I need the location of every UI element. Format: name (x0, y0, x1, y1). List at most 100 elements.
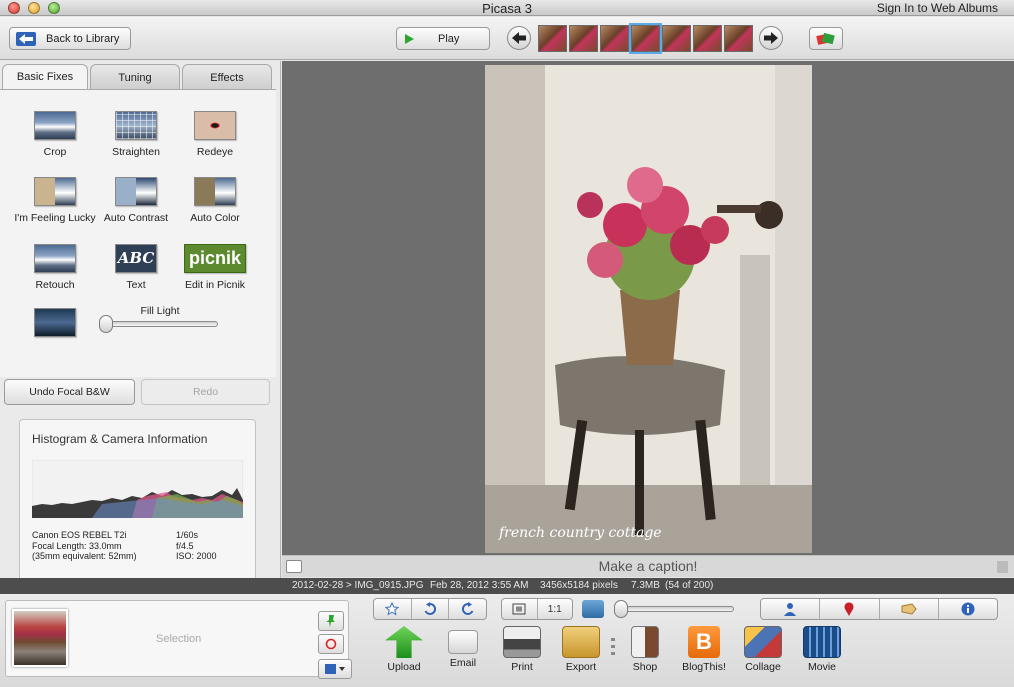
auto-color-icon (194, 177, 236, 206)
filmstrip-thumbnail[interactable] (724, 25, 753, 52)
tag-icon (901, 603, 917, 615)
blogthis-button[interactable]: B BlogThis! (676, 626, 732, 673)
clear-selection-button[interactable] (318, 634, 344, 654)
auto-contrast-tool[interactable]: Auto Contrast (91, 177, 181, 224)
text-tool[interactable]: ABC Text (91, 244, 181, 291)
photo-filesize: 7.3MB (631, 580, 660, 591)
camera-model: Canon EOS REBEL T2i (32, 530, 127, 540)
zoom-slider-handle[interactable] (614, 600, 628, 618)
filmstrip-thumbnail[interactable] (693, 25, 722, 52)
rotate-right-icon (461, 602, 474, 615)
selection-thumbnail[interactable] (12, 609, 68, 667)
shop-button[interactable]: Shop (617, 626, 673, 673)
star-icon (385, 602, 400, 616)
photo-position: (54 of 200) (665, 580, 714, 591)
print-label: Print (511, 661, 533, 673)
actual-size-button[interactable]: 1:1 (536, 599, 573, 619)
photo-path: 2012-02-28 > IMG_0915.JPG (292, 580, 424, 591)
arrow-right-icon (764, 32, 778, 44)
bottom-tray: Selection 1:1 Upload Email Print Export … (0, 594, 1014, 687)
zoom-mode-group: 1:1 (501, 598, 573, 620)
redo-button[interactable]: Redo (141, 379, 270, 405)
fill-light-tool (10, 308, 100, 343)
text-label: Text (126, 279, 146, 291)
straighten-tool[interactable]: Straighten (91, 111, 181, 158)
camera-info-right: 1/60s f/4.5 ISO: 2000 (176, 530, 217, 562)
edit-in-picnik-tool[interactable]: picnik Edit in Picnik (170, 244, 260, 291)
properties-button[interactable] (937, 599, 997, 619)
fill-light-slider-handle[interactable] (99, 315, 113, 333)
previous-photo-button[interactable] (507, 26, 531, 50)
straighten-label: Straighten (112, 146, 160, 158)
add-to-album-button[interactable] (318, 659, 352, 679)
movie-label: Movie (807, 661, 836, 673)
fill-light-label: Fill Light (140, 305, 180, 317)
text-icon: ABC (115, 244, 157, 273)
filmstrip-thumbnail-selected[interactable] (629, 23, 662, 54)
places-button[interactable] (819, 599, 878, 619)
share-photos-icon (816, 32, 835, 45)
person-icon (784, 603, 797, 616)
back-to-library-button[interactable]: Back to Library (9, 27, 131, 50)
hold-selection-button[interactable] (318, 611, 344, 631)
main-photo[interactable]: french country cottage (485, 65, 812, 553)
photo-viewer: french country cottage (282, 61, 1014, 555)
fit-to-window-button[interactable] (502, 599, 537, 619)
crop-tool[interactable]: Crop (10, 111, 100, 158)
tab-tuning[interactable]: Tuning (90, 64, 180, 90)
collage-button[interactable]: Collage (735, 626, 791, 673)
email-label: Email (449, 657, 477, 669)
tags-button[interactable] (878, 599, 938, 619)
star-rotate-group (373, 598, 487, 620)
pin-icon (326, 615, 335, 627)
print-button[interactable]: Print (494, 626, 550, 673)
upload-label: Upload (387, 661, 421, 673)
arrow-left-icon (512, 32, 526, 44)
auto-color-label: Auto Color (190, 212, 240, 224)
movie-button[interactable]: Movie (794, 626, 850, 673)
zoom-slider-track[interactable] (620, 606, 734, 612)
top-toolbar: Back to Library Play (0, 17, 1014, 60)
filmstrip-thumbnail[interactable] (662, 25, 691, 52)
play-slideshow-button[interactable]: Play (396, 27, 490, 50)
export-button[interactable]: Export (553, 626, 609, 673)
retouch-tool[interactable]: Retouch (10, 244, 100, 291)
tab-effects[interactable]: Effects (182, 64, 272, 90)
rotate-right-button[interactable] (448, 599, 486, 619)
photo-content-art (485, 65, 812, 553)
fill-light-slider-track[interactable] (104, 321, 218, 327)
share-button[interactable] (809, 27, 843, 50)
clear-circle-icon (325, 638, 337, 650)
upload-button[interactable]: Upload (376, 626, 432, 673)
filmstrip-thumbnail[interactable] (538, 25, 567, 52)
rotate-left-button[interactable] (410, 599, 449, 619)
feeling-lucky-tool[interactable]: I'm Feeling Lucky (10, 177, 100, 224)
email-button[interactable]: Email (435, 626, 491, 669)
auto-contrast-label: Auto Contrast (103, 212, 169, 224)
filmstrip-thumbnail[interactable] (600, 25, 629, 52)
info-icon (961, 602, 975, 616)
caption-input[interactable]: Make a caption! (282, 558, 1014, 574)
star-button[interactable] (374, 599, 411, 619)
camera-info-left: Canon EOS REBEL T2i Focal Length: 33.0mm… (32, 530, 137, 562)
undo-button[interactable]: Undo Focal B&W (4, 379, 135, 405)
auto-color-tool[interactable]: Auto Color (170, 177, 260, 224)
redeye-tool[interactable]: Redeye (170, 111, 260, 158)
crop-icon (34, 111, 76, 140)
blogger-icon: B (688, 626, 720, 658)
edit-tabs: Basic Fixes Tuning Effects (0, 64, 281, 90)
redeye-label: Redeye (196, 146, 234, 158)
photo-dimensions: 3456x5184 pixels (540, 580, 618, 591)
side-panel-group (760, 598, 998, 620)
people-button[interactable] (761, 599, 819, 619)
tab-basic-fixes[interactable]: Basic Fixes (2, 64, 88, 90)
trash-icon[interactable] (997, 561, 1008, 573)
upload-icon (385, 626, 423, 658)
sign-in-link[interactable]: Sign In to Web Albums (877, 1, 998, 15)
picnik-logo-icon: picnik (184, 244, 246, 273)
edit-panel: Basic Fixes Tuning Effects Crop Straight… (0, 61, 281, 591)
filmstrip-thumbnail[interactable] (569, 25, 598, 52)
selection-tray: Selection (5, 600, 352, 679)
collage-icon (744, 626, 782, 658)
next-photo-button[interactable] (759, 26, 783, 50)
